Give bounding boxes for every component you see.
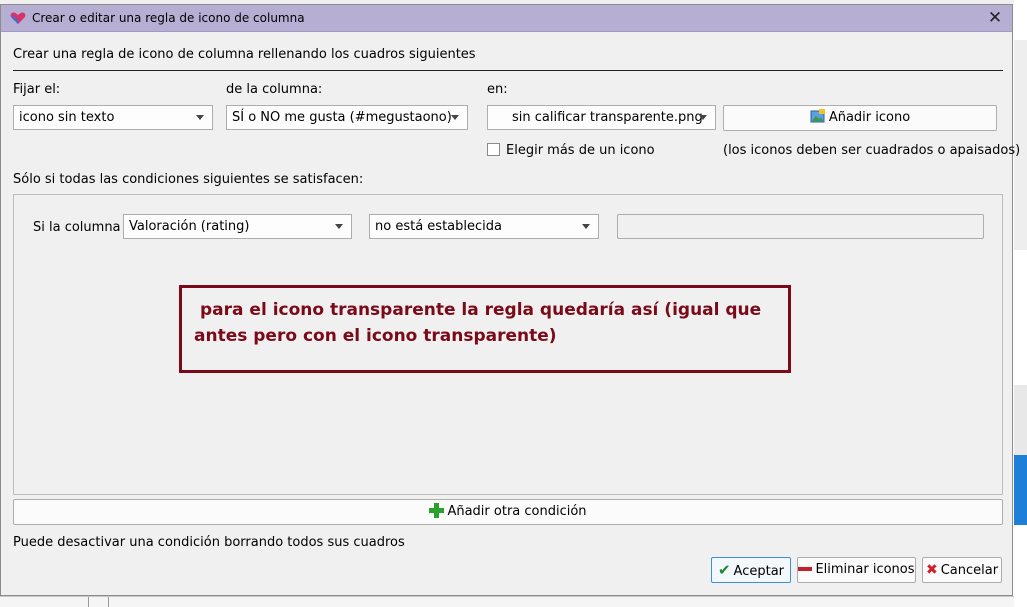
- annotation-box: para el icono transparente la regla qued…: [179, 285, 791, 373]
- chevron-down-icon: [335, 224, 343, 229]
- annotation-text: para el icono transparente la regla qued…: [194, 300, 762, 346]
- column-select[interactable]: SÍ o NO me gusta (#megustaono): [226, 105, 468, 130]
- cancel-button[interactable]: ✖ Cancelar: [922, 557, 1002, 583]
- minus-icon: [798, 566, 813, 571]
- calibre-heart-icon: [10, 12, 26, 24]
- condition-column-select[interactable]: Valoración (rating): [123, 214, 352, 239]
- chevron-down-icon: [582, 224, 590, 229]
- checkmark-icon: ✔: [717, 561, 731, 579]
- condition-operator-value: no está establecida: [375, 219, 502, 234]
- condition-prefix: Si la columna: [33, 220, 121, 235]
- accept-button[interactable]: ✔ Aceptar: [711, 557, 791, 583]
- plus-icon: [429, 502, 445, 518]
- remove-icons-label: Eliminar iconos: [815, 562, 915, 577]
- add-image-icon: [810, 108, 825, 122]
- condition-column-value: Valoración (rating): [129, 219, 250, 234]
- add-icon-label: Añadir icono: [828, 110, 911, 125]
- close-icon[interactable]: ✕: [983, 7, 1007, 29]
- icon-file-value: sin calificar transparente.png: [512, 110, 703, 125]
- chevron-down-icon: [451, 115, 459, 120]
- in-label: en:: [487, 82, 508, 97]
- title-bar: Crear o editar una regla de icono de col…: [1, 5, 1012, 32]
- background-app-bottom: [0, 596, 1014, 607]
- cancel-x-icon: ✖: [925, 562, 938, 578]
- multi-icon-label[interactable]: Elegir más de un icono: [506, 143, 655, 158]
- add-condition-label: Añadir otra condición: [447, 504, 587, 519]
- instruction-text: Crear una regla de icono de columna rell…: [13, 47, 476, 62]
- icon-size-hint: (los iconos deben ser cuadrados o apaisa…: [723, 143, 1021, 158]
- conditions-heading: Sólo si todas las condiciones siguientes…: [13, 172, 364, 187]
- cancel-label: Cancelar: [940, 563, 999, 578]
- column-label: de la columna:: [226, 82, 323, 97]
- set-label: Fijar el:: [13, 82, 61, 97]
- separator-line: [13, 70, 1003, 71]
- condition-value-input[interactable]: [617, 214, 984, 239]
- remove-icons-button[interactable]: Eliminar iconos: [797, 557, 916, 583]
- set-kind-select[interactable]: icono sin texto: [13, 105, 213, 130]
- accept-label: Aceptar: [733, 564, 785, 579]
- icon-rule-dialog: Crear o editar una regla de icono de col…: [0, 4, 1020, 596]
- add-condition-button[interactable]: Añadir otra condición: [13, 499, 1003, 525]
- window-title: Crear o editar una regla de icono de col…: [32, 11, 305, 25]
- chevron-down-icon: [196, 115, 204, 120]
- set-kind-value: icono sin texto: [19, 110, 115, 125]
- add-icon-button[interactable]: Añadir icono: [723, 105, 997, 131]
- condition-operator-select[interactable]: no está establecida: [369, 214, 599, 239]
- column-value: SÍ o NO me gusta (#megustaono): [232, 110, 452, 125]
- chevron-down-icon: [699, 115, 707, 120]
- footer-note: Puede desactivar una condición borrando …: [13, 535, 405, 550]
- icon-file-select[interactable]: sin calificar transparente.png: [487, 105, 716, 130]
- multi-icon-checkbox[interactable]: [487, 143, 500, 156]
- background-app-edge: [1014, 0, 1027, 606]
